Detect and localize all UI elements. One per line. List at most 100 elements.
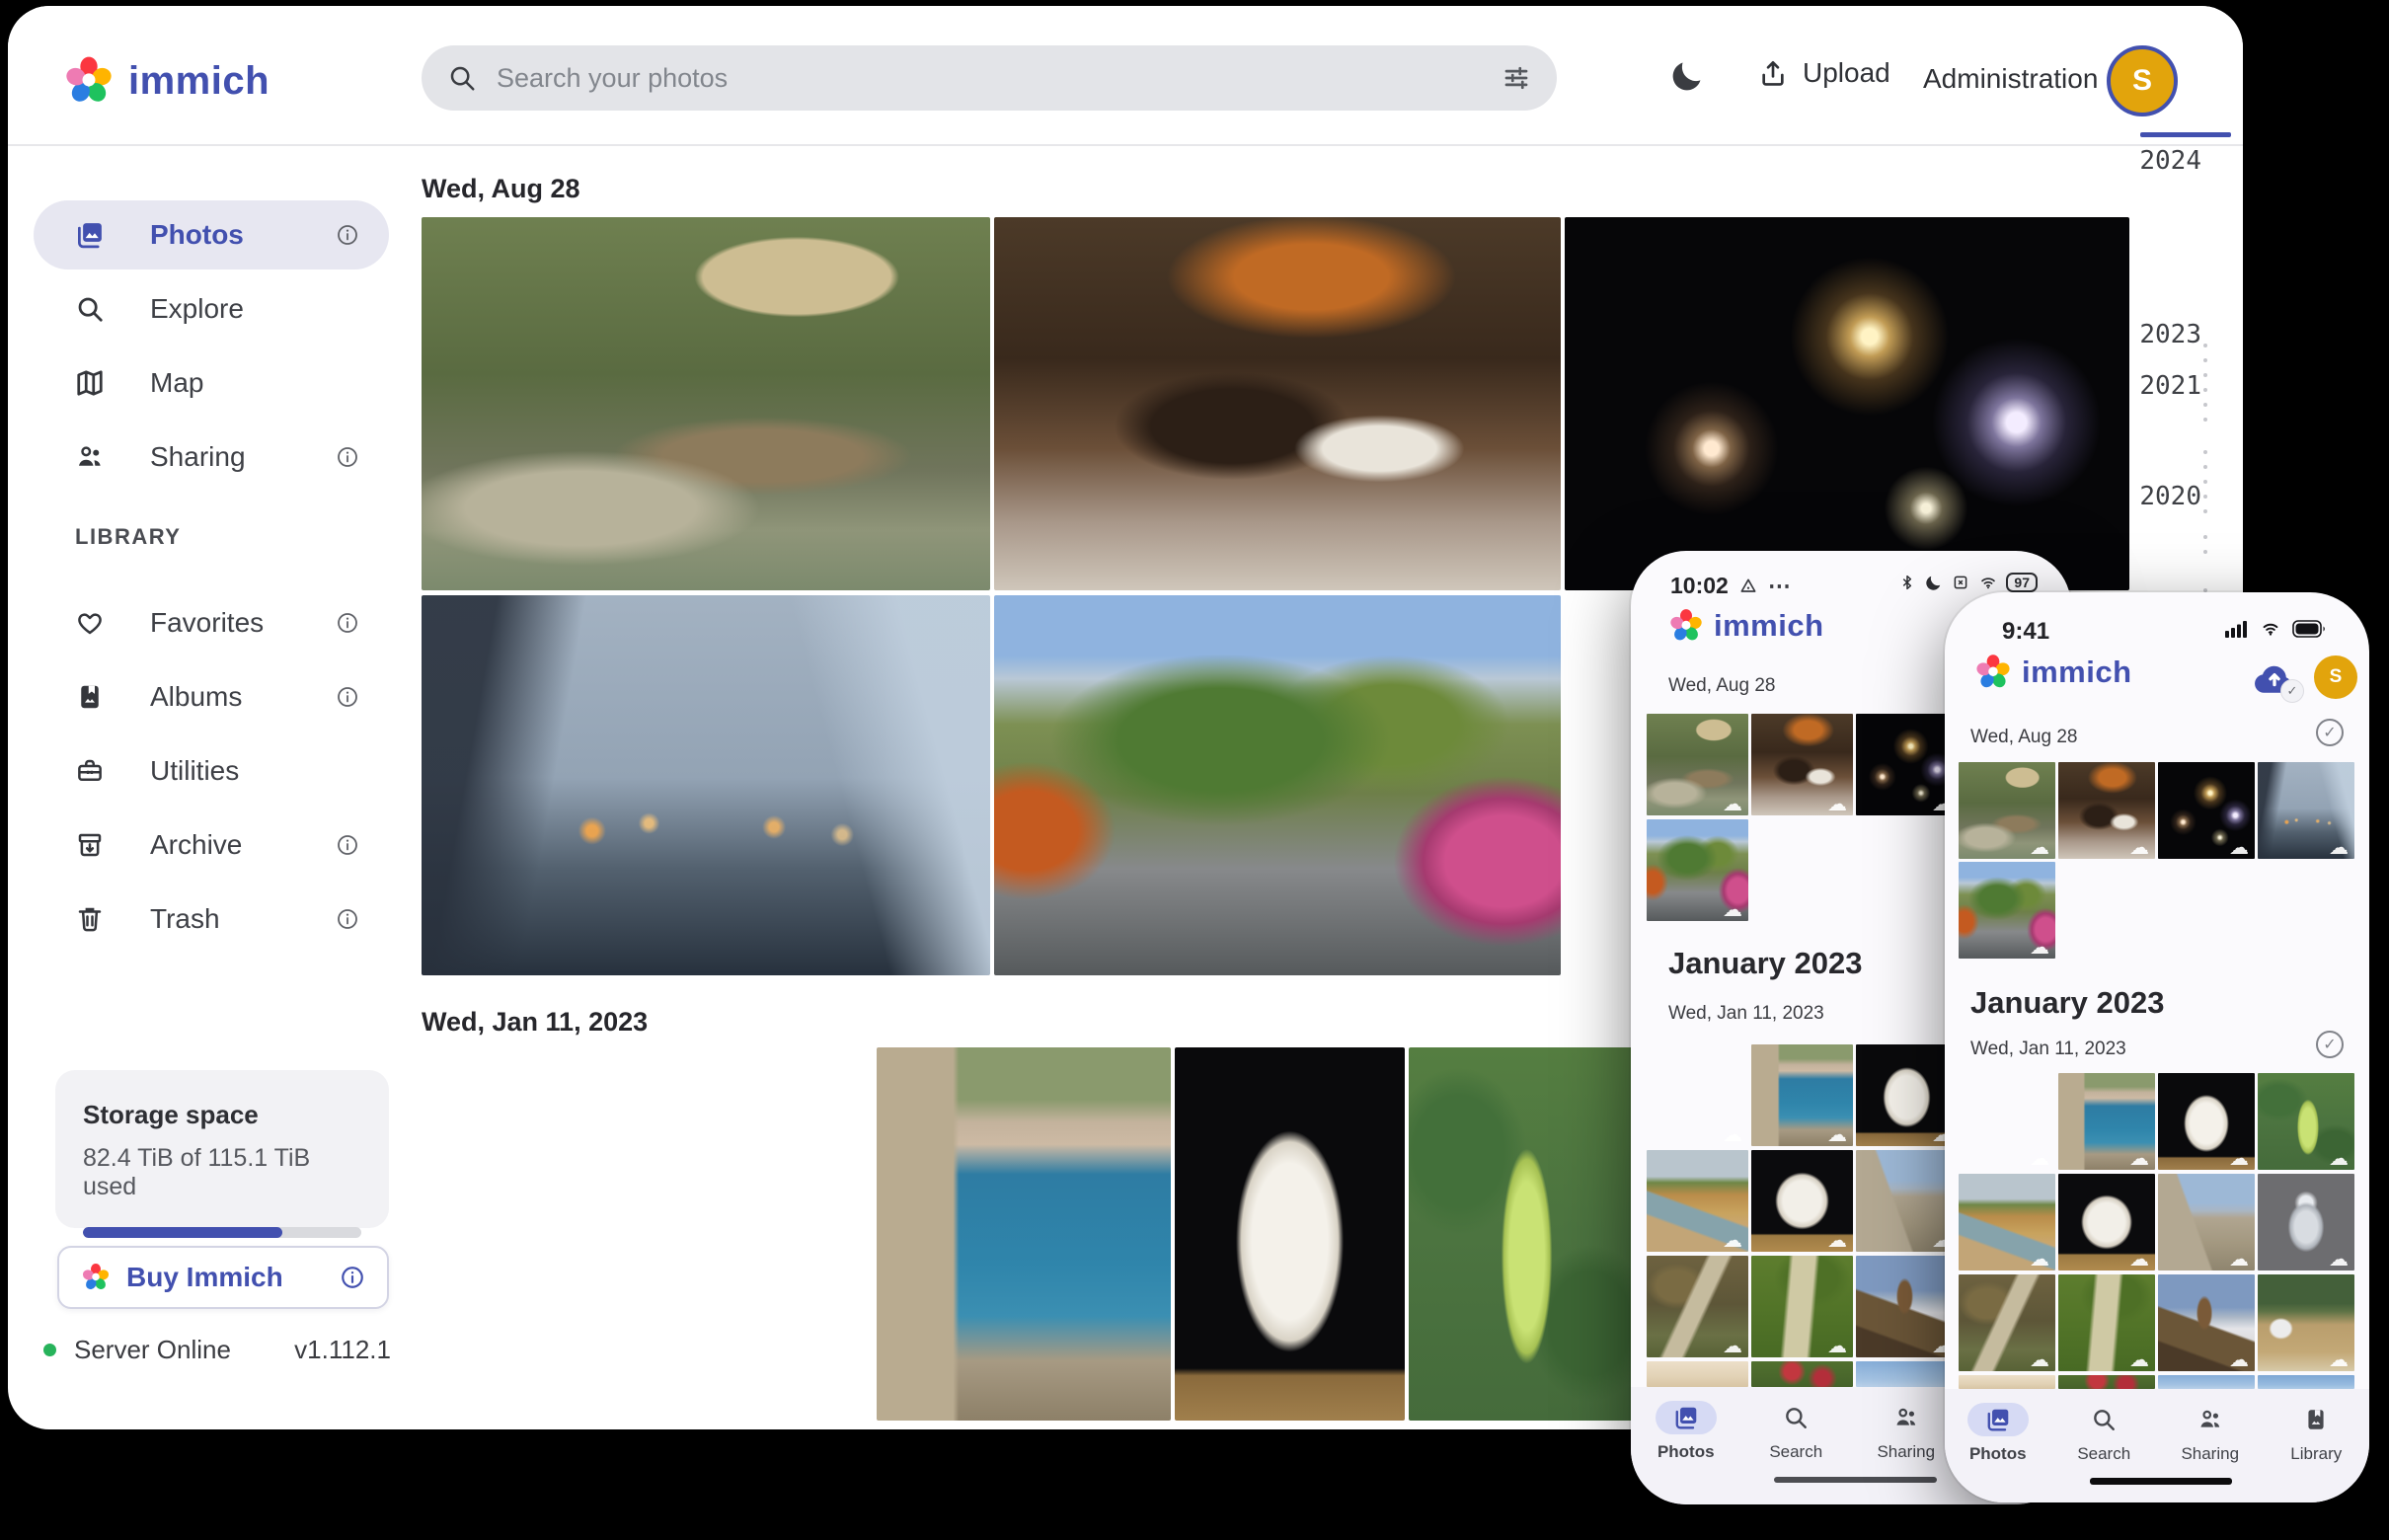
photo-thumbnail[interactable]: ☁	[1647, 1256, 1748, 1357]
photo-thumbnail[interactable]	[422, 595, 990, 975]
photo-thumbnail[interactable]	[2058, 1375, 2155, 1389]
photo-thumbnail[interactable]	[877, 1047, 1171, 1421]
photo-thumbnail[interactable]: ☁	[2058, 1073, 2155, 1170]
backup-sync-cloud-icon[interactable]: ✓	[2251, 657, 2298, 699]
photo-thumbnail[interactable]: ☁	[2158, 762, 2255, 859]
select-all-check-icon[interactable]: ✓	[2316, 1031, 2344, 1058]
photo-thumbnail[interactable]	[422, 217, 990, 590]
photo-thumbnail[interactable]	[422, 1047, 873, 1421]
info-icon[interactable]	[336, 833, 359, 857]
photo-thumbnail[interactable]: ☁	[1647, 714, 1748, 815]
photo-thumbnail[interactable]	[1751, 1361, 1853, 1387]
photo-thumbnail[interactable]: ☁	[1647, 819, 1748, 921]
select-all-check-icon[interactable]: ✓	[2316, 719, 2344, 746]
sidebar-item-favorites[interactable]: Favorites	[34, 588, 389, 657]
sidebar-item-map[interactable]: Map	[34, 348, 389, 418]
photo-thumbnail[interactable]: ☁	[1751, 1256, 1853, 1357]
nav-item-photos[interactable]: Photos	[1956, 1403, 2041, 1464]
photo-thumbnail[interactable]: ☁	[2158, 1274, 2255, 1371]
cloud-backup-icon: ☁	[2030, 1249, 2049, 1269]
timeline-year-label[interactable]: 2020	[2139, 482, 2201, 511]
cloud-backup-icon: ☁	[2229, 1349, 2249, 1369]
photo-thumbnail[interactable]: ☁	[1856, 1256, 1958, 1357]
home-indicator[interactable]	[1774, 1477, 1937, 1483]
photo-thumbnail[interactable]: ☁	[2258, 1073, 2354, 1170]
search-bar[interactable]	[422, 45, 1557, 111]
cloud-backup-icon: ☁	[1827, 1230, 1847, 1250]
nav-item-sharing[interactable]: Sharing	[2168, 1403, 2253, 1464]
info-icon[interactable]	[336, 611, 359, 635]
user-avatar[interactable]: S	[2314, 655, 2357, 699]
map-icon	[75, 368, 105, 398]
date-group-header: Wed, Jan 11, 2023	[1668, 1003, 1824, 1025]
sidebar-item-utilities[interactable]: Utilities	[34, 736, 389, 806]
photo-thumbnail[interactable]: ☁	[2158, 1174, 2255, 1270]
month-header: January 2023	[1668, 946, 1862, 981]
sidebar-item-sharing[interactable]: Sharing	[34, 423, 389, 492]
search-filter-icon[interactable]	[1502, 63, 1531, 93]
photo-thumbnail[interactable]: ☁	[2258, 1174, 2354, 1270]
sidebar-item-archive[interactable]: Archive	[34, 810, 389, 880]
photo-thumbnail[interactable]: ☁	[1856, 1150, 1958, 1252]
photo-thumbnail[interactable]: ☁	[1959, 762, 2055, 859]
nav-label: Sharing	[2181, 1444, 2239, 1464]
photo-thumbnail[interactable]	[1856, 1361, 1958, 1387]
home-indicator[interactable]	[2090, 1478, 2232, 1485]
sidebar-item-label: Archive	[150, 829, 290, 861]
sidebar-item-explore[interactable]: Explore	[34, 274, 389, 344]
cloud-backup-icon: ☁	[2229, 837, 2249, 857]
info-icon[interactable]	[340, 1265, 365, 1290]
nav-item-search[interactable]: Search	[1753, 1401, 1838, 1462]
photo-thumbnail[interactable]: ☁	[1959, 1073, 2055, 1170]
photo-thumbnail[interactable]	[1565, 217, 2129, 590]
nav-item-library[interactable]: Library	[2273, 1403, 2358, 1464]
timeline-year-label[interactable]: 2021	[2139, 371, 2201, 401]
photo-thumbnail[interactable]	[994, 217, 1561, 590]
info-icon[interactable]	[336, 445, 359, 469]
photo-thumbnail[interactable]: ☁	[2058, 1274, 2155, 1371]
nav-item-search[interactable]: Search	[2061, 1403, 2146, 1464]
photo-thumbnail[interactable]: ☁	[1647, 1150, 1748, 1252]
photo-thumbnail[interactable]: ☁	[2058, 762, 2155, 859]
info-icon[interactable]	[336, 907, 359, 931]
photo-thumbnail[interactable]	[2258, 1375, 2354, 1389]
photo-thumbnail[interactable]: ☁	[1856, 1044, 1958, 1146]
photo-thumbnail[interactable]	[1175, 1047, 1405, 1421]
user-avatar[interactable]: S	[2107, 45, 2178, 116]
photos-icon	[1967, 1403, 2029, 1436]
info-icon[interactable]	[336, 223, 359, 247]
sidebar-item-photos[interactable]: Photos	[34, 200, 389, 270]
dark-mode-toggle[interactable]	[1668, 57, 1706, 95]
administration-link[interactable]: Administration	[1923, 63, 2098, 95]
no-sim-icon	[1951, 574, 1970, 591]
photo-thumbnail[interactable]: ☁	[1856, 714, 1958, 815]
photo-thumbnail[interactable]: ☁	[2158, 1073, 2255, 1170]
search-input[interactable]	[495, 62, 1484, 95]
timeline-year-label[interactable]: 2024	[2139, 146, 2201, 176]
photo-thumbnail[interactable]	[2158, 1375, 2255, 1389]
photo-thumbnail[interactable]	[1409, 1047, 1636, 1421]
photo-thumbnail[interactable]: ☁	[1959, 1274, 2055, 1371]
info-icon[interactable]	[336, 685, 359, 709]
photo-thumbnail[interactable]: ☁	[2058, 1174, 2155, 1270]
photo-thumbnail[interactable]: ☁	[1751, 1150, 1853, 1252]
buy-immich-button[interactable]: Buy Immich	[57, 1246, 389, 1309]
battery-icon: 97	[2006, 573, 2038, 592]
photo-thumbnail[interactable]: ☁	[1751, 714, 1853, 815]
timeline-year-label[interactable]: 2023	[2139, 320, 2201, 349]
upload-button[interactable]: Upload	[1757, 57, 1890, 89]
photo-thumbnail[interactable]	[994, 595, 1561, 975]
sidebar-item-trash[interactable]: Trash	[34, 885, 389, 954]
sidebar-item-albums[interactable]: Albums	[34, 662, 389, 732]
sharing-people-icon	[75, 442, 105, 472]
photo-thumbnail[interactable]: ☁	[1647, 1044, 1748, 1146]
photo-thumbnail[interactable]: ☁	[2258, 762, 2354, 859]
photo-thumbnail[interactable]: ☁	[1959, 862, 2055, 959]
photo-thumbnail[interactable]: ☁	[1959, 1174, 2055, 1270]
nav-item-photos[interactable]: Photos	[1644, 1401, 1729, 1462]
photo-thumbnail[interactable]	[1959, 1375, 2055, 1389]
nav-item-sharing[interactable]: Sharing	[1864, 1401, 1949, 1462]
photo-thumbnail[interactable]: ☁	[2258, 1274, 2354, 1371]
photo-thumbnail[interactable]: ☁	[1751, 1044, 1853, 1146]
photo-thumbnail[interactable]	[1647, 1361, 1748, 1387]
